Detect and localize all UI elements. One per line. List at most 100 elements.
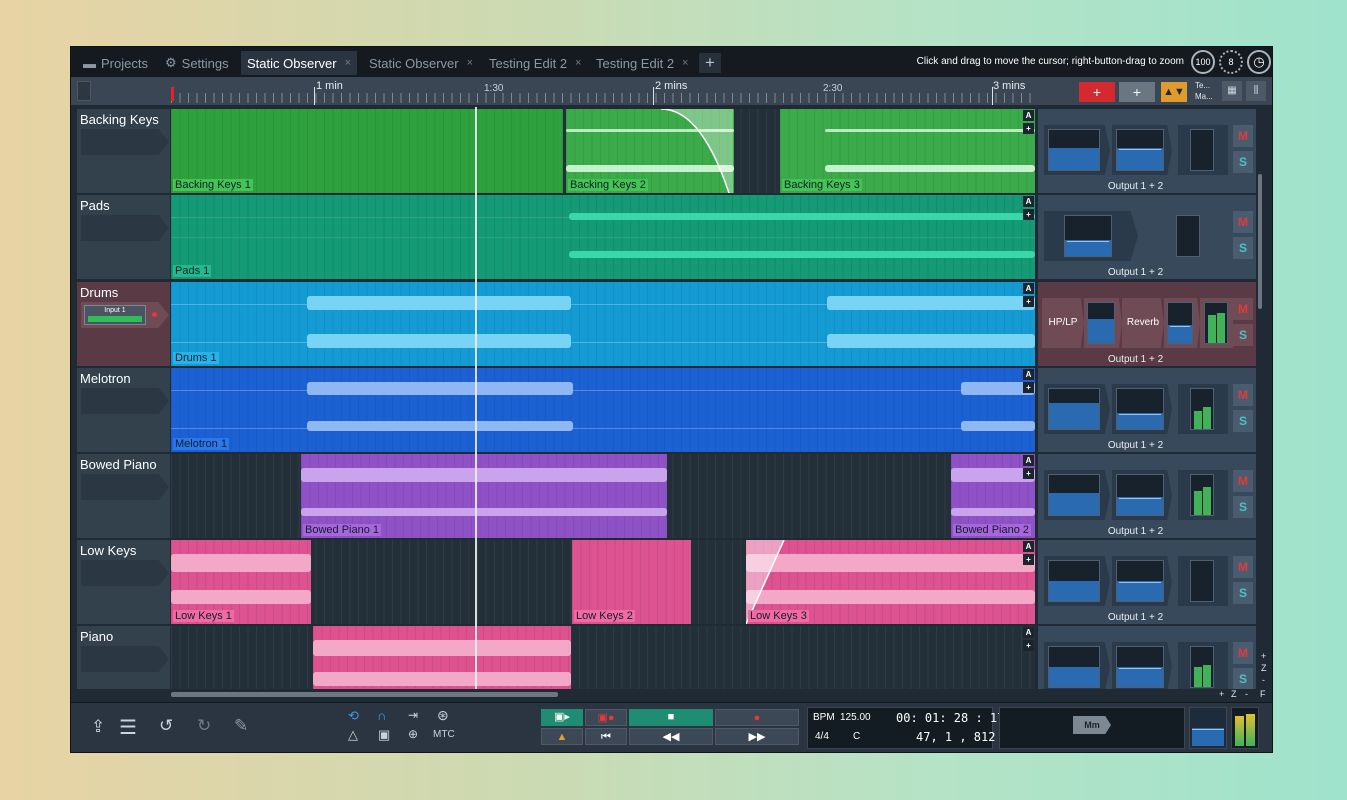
eq-plugin[interactable] [1044,125,1110,175]
solo-button[interactable]: S [1233,668,1253,689]
record-button[interactable]: ● [715,709,799,726]
redo-icon[interactable]: ↻ [197,716,211,736]
punch-icon[interactable]: ⇥ [408,708,418,722]
input-selector[interactable]: Input 1 [84,305,146,325]
output-label[interactable]: Output 1 + 2 [1038,440,1233,451]
mute-button[interactable]: M [1233,211,1253,233]
close-tab-icon[interactable]: × [345,57,351,69]
output-label[interactable]: Output 1 + 2 [1038,354,1233,365]
tab-testing-edit[interactable]: Testing Edit 2 × [483,51,587,75]
automation-button[interactable]: A [1023,283,1034,294]
loop-icon[interactable]: ⟲ [348,708,359,724]
midi-icon[interactable]: ⊛ [437,707,449,724]
sync-meter-icon[interactable]: 8 [1219,50,1243,74]
clip[interactable]: Backing Keys 2 [566,109,734,193]
track-header[interactable]: Bowed Piano [77,454,170,538]
automation-button[interactable]: A [1023,627,1034,638]
track-lane[interactable] [171,626,1035,689]
solo-button[interactable]: S [1233,496,1253,518]
clip[interactable] [313,626,571,689]
snap-magnet-icon[interactable]: ∩ [377,708,386,723]
clock-icon[interactable]: ◷ [1247,50,1271,74]
output-label[interactable]: Output 1 + 2 [1038,181,1233,192]
clip[interactable]: Low Keys 3 [746,540,1035,624]
track-lane[interactable]: Low Keys 1 Low Keys 2 Low Keys 3 [171,540,1035,624]
track-input-slot[interactable] [81,129,169,155]
automation-button[interactable]: A [1023,369,1034,380]
track-input-slot[interactable] [81,560,169,586]
lock-icon[interactable]: ▣ [378,727,390,743]
cpu-meter-icon[interactable]: 100 [1191,50,1215,74]
solo-button[interactable]: S [1233,151,1253,173]
horizontal-scrollbar[interactable] [171,692,558,697]
tab-testing-edit-2[interactable]: Testing Edit 2 × [590,51,694,75]
zoom-minus-button[interactable]: - [1245,689,1248,699]
add-plugin-button[interactable]: + [1023,640,1034,651]
clip[interactable]: Low Keys 1 [171,540,311,624]
track-header[interactable]: Drums Input 1 [77,282,170,366]
clip[interactable]: Backing Keys 1 [171,109,563,193]
close-tab-icon[interactable]: × [467,57,473,69]
solo-button[interactable]: S [1233,324,1253,346]
output-label[interactable]: Output 1 + 2 [1038,267,1233,278]
new-tab-button[interactable]: + [699,53,721,73]
solo-button[interactable]: S [1233,410,1253,432]
mtc-label[interactable]: MTC [433,729,455,740]
mixer-settings-icon[interactable]: ⫼ [1246,81,1266,101]
hp-lp-plugin[interactable]: HP/LP [1042,298,1084,348]
clip[interactable]: Bowed Piano 2 [951,454,1035,538]
volume-plugin[interactable] [1112,470,1172,520]
solo-button[interactable]: S [1233,237,1253,259]
vertical-scrollbar[interactable] [1258,174,1262,309]
eq-plugin[interactable] [1044,470,1110,520]
track-input-slot[interactable] [81,388,169,414]
rewind-to-start-button[interactable]: ⏮ [585,728,627,745]
track-lane[interactable]: Pads 1 [171,195,1035,279]
add-plugin-button[interactable]: + [1023,468,1034,479]
auto-record-button[interactable]: ▣▸ [541,709,583,726]
bpm-value[interactable]: 125.00 [840,712,871,723]
clip[interactable]: Backing Keys 3 [780,109,1035,193]
mute-button[interactable]: M [1233,298,1253,320]
track-header[interactable]: Piano [77,626,170,689]
key-value[interactable]: C [853,731,860,742]
eq-plugin[interactable] [1044,556,1110,606]
clip[interactable]: Bowed Piano 1 [301,454,667,538]
tab-settings[interactable]: ⚙ Settings [159,51,235,75]
add-plugin-button[interactable]: + [1023,209,1034,220]
close-tab-icon[interactable]: × [682,57,688,69]
eq-plugin[interactable] [1044,384,1110,434]
warning-icon[interactable]: ▲ [541,728,583,745]
automation-button[interactable]: A [1023,541,1034,552]
mute-button[interactable]: M [1233,125,1253,147]
tab-static-observer[interactable]: Static Observer × [363,51,479,75]
add-plugin-button[interactable]: + [1023,296,1034,307]
fade-curve[interactable] [661,109,733,193]
zoom-fit-button[interactable]: F [1260,689,1266,699]
tab-static-observer-active[interactable]: Static Observer × [241,51,358,75]
track-header[interactable]: Melotron [77,368,170,452]
automation-button[interactable]: A [1023,196,1034,207]
volume-plugin[interactable] [1112,642,1172,689]
mute-button[interactable]: M [1233,642,1253,664]
mute-button[interactable]: M [1233,556,1253,578]
track-header[interactable]: Backing Keys [77,109,170,193]
menu-icon[interactable]: ☰ [119,715,137,740]
track-header[interactable]: Pads [77,195,170,279]
volume-plugin[interactable] [1044,211,1138,261]
volume-plugin[interactable] [1112,125,1172,175]
clip[interactable]: Low Keys 2 [572,540,691,624]
export-icon[interactable]: ⇪ [91,717,105,737]
close-tab-icon[interactable]: × [575,57,581,69]
tempo-master-label[interactable]: Te... Ma... [1195,80,1213,102]
track-input-slot[interactable] [81,474,169,500]
volume-plugin[interactable] [1164,298,1200,348]
clip[interactable]: Drums 1 [171,282,1035,366]
master-volume[interactable] [1189,707,1227,749]
add-button[interactable]: + [1119,82,1155,102]
tab-projects[interactable]: ▬ Projects [77,51,154,75]
track-header[interactable]: Low Keys [77,540,170,624]
stop-button[interactable]: ■ [629,709,713,726]
sync-icon[interactable]: ⊕ [408,727,418,741]
output-label[interactable]: Output 1 + 2 [1038,526,1233,537]
